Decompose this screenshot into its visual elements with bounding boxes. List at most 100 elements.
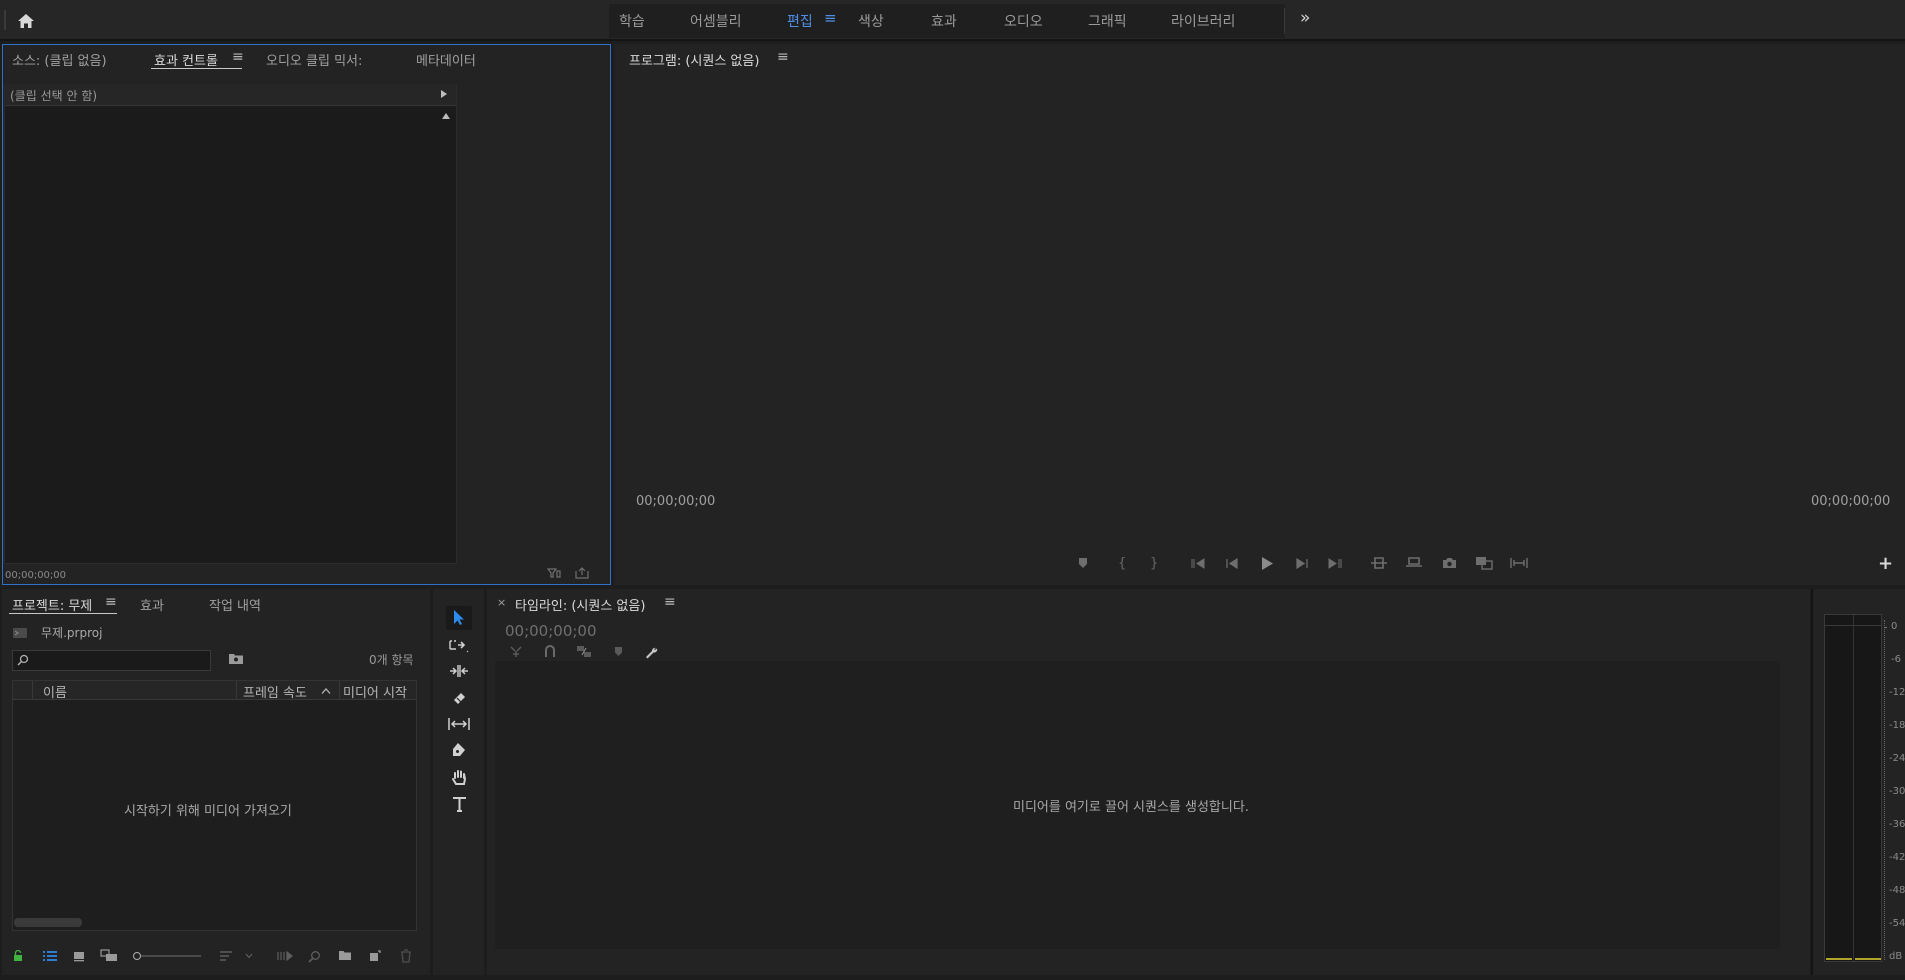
- column-name[interactable]: 이름: [43, 682, 67, 701]
- sort-ascending-icon[interactable]: [321, 688, 331, 694]
- workspace-tab-audio[interactable]: 오디오: [1004, 11, 1043, 31]
- timeline-settings-wrench-icon[interactable]: [644, 645, 659, 659]
- column-media-start[interactable]: 미디어 시작: [343, 682, 416, 701]
- workspace-tab-editing[interactable]: 편집: [787, 11, 813, 31]
- timeline-title[interactable]: 타임라인: (시퀀스 없음): [515, 595, 645, 614]
- add-button[interactable]: +: [1878, 553, 1893, 574]
- step-back-icon[interactable]: [1225, 558, 1239, 569]
- slip-tool-icon[interactable]: [448, 717, 470, 731]
- selection-tool-icon[interactable]: [452, 609, 466, 626]
- add-marker-icon[interactable]: [1078, 557, 1088, 569]
- track-select-tool-icon[interactable]: [449, 637, 469, 653]
- program-timecode-current[interactable]: 00;00;00;00: [636, 494, 715, 509]
- type-tool-icon[interactable]: [451, 796, 468, 813]
- timeline-timecode[interactable]: 00;00;00;00: [505, 622, 597, 640]
- add-marker-icon[interactable]: [614, 646, 623, 657]
- more-workspaces-button[interactable]: »: [1300, 8, 1310, 28]
- go-to-out-icon[interactable]: [1327, 558, 1343, 569]
- mark-in-icon[interactable]: {: [1118, 556, 1126, 571]
- ripple-edit-tool-icon[interactable]: [449, 663, 469, 679]
- tab-source[interactable]: 소스: (클립 없음): [12, 50, 107, 69]
- export-frame-icon[interactable]: [1442, 557, 1457, 569]
- step-forward-icon[interactable]: [1295, 558, 1309, 569]
- linked-selection-icon[interactable]: [576, 645, 592, 658]
- column-divider: [236, 681, 237, 700]
- column-frame-rate[interactable]: 프레임 속도: [243, 682, 307, 701]
- lock-icon[interactable]: [13, 950, 23, 962]
- active-tab-underline: [151, 68, 242, 69]
- home-icon: [18, 14, 34, 28]
- go-to-in-icon[interactable]: [1190, 558, 1206, 569]
- extract-icon[interactable]: [1405, 556, 1423, 570]
- play-icon[interactable]: [1260, 556, 1274, 571]
- program-monitor-title[interactable]: 프로그램: (시퀀스 없음): [629, 50, 759, 69]
- automate-to-sequence-icon[interactable]: [277, 950, 293, 962]
- db-label-18: -18: [1889, 720, 1905, 731]
- find-icon[interactable]: [308, 950, 321, 963]
- close-timeline-button[interactable]: ×: [497, 596, 506, 609]
- workspace-tab-learn[interactable]: 학습: [619, 11, 645, 31]
- hand-tool-icon[interactable]: [451, 769, 468, 786]
- new-search-bin-icon[interactable]: [228, 652, 244, 665]
- effect-controls-timecode[interactable]: 00;00;00;00: [5, 570, 66, 581]
- effect-controls-menu-icon[interactable]: ≡: [232, 49, 244, 65]
- snap-icon[interactable]: [544, 645, 556, 658]
- program-menu-icon[interactable]: ≡: [777, 49, 789, 65]
- mark-out-icon[interactable]: }: [1150, 556, 1158, 571]
- no-clip-label: (클립 선택 안 함): [10, 89, 98, 103]
- expand-right-icon[interactable]: [441, 90, 447, 98]
- chevron-down-icon[interactable]: [245, 953, 253, 959]
- tab-audio-clip-mixer[interactable]: 오디오 클립 믹서:: [266, 50, 362, 69]
- zoom-slider-handle[interactable]: [133, 952, 141, 960]
- db-label-30: -30: [1889, 786, 1905, 797]
- new-bin-icon[interactable]: [338, 950, 352, 961]
- nest-icon[interactable]: [509, 645, 523, 658]
- workspace-tab-assembly[interactable]: 어셈블리: [690, 11, 742, 31]
- column-divider: [339, 681, 340, 700]
- project-menu-icon[interactable]: ≡: [105, 594, 117, 610]
- workspace-tab-effects[interactable]: 효과: [931, 11, 957, 31]
- db-unit-label: dB: [1889, 951, 1903, 962]
- comparison-view-icon[interactable]: [1475, 556, 1493, 570]
- workspace-tab-libraries[interactable]: 라이브러리: [1171, 11, 1235, 31]
- db-tick: [1884, 627, 1887, 628]
- item-count: 0개 항목: [369, 653, 414, 667]
- lift-icon[interactable]: [1370, 556, 1388, 570]
- list-view-icon[interactable]: [42, 950, 58, 962]
- workspace-tab-color[interactable]: 색상: [858, 11, 884, 31]
- db-label-48: -48: [1889, 885, 1905, 896]
- tab-project[interactable]: 프로젝트: 무제: [12, 595, 92, 614]
- home-button[interactable]: [12, 10, 40, 32]
- filter-icon[interactable]: [547, 567, 561, 579]
- timeline-drop-hint: 미디어를 여기로 끌어 시퀀스를 생성합니다.: [1013, 800, 1249, 815]
- tab-effect-controls[interactable]: 효과 컨트롤: [154, 50, 218, 69]
- tab-effects[interactable]: 효과: [140, 595, 164, 614]
- delete-icon[interactable]: [400, 949, 412, 963]
- workspace-tab-graphics[interactable]: 그래픽: [1088, 11, 1127, 31]
- tab-history[interactable]: 작업 내역: [209, 595, 261, 614]
- project-search-input[interactable]: [12, 650, 211, 671]
- export-icon[interactable]: [575, 567, 589, 579]
- timeline-menu-icon[interactable]: ≡: [664, 594, 676, 610]
- search-icon: [17, 654, 29, 666]
- sort-icons-icon[interactable]: [219, 950, 233, 962]
- pen-tool-icon[interactable]: [450, 742, 468, 759]
- meter-level-right: [1855, 958, 1881, 960]
- icon-view-icon[interactable]: [73, 950, 85, 962]
- new-item-icon[interactable]: [369, 950, 381, 962]
- horizontal-scrollbar[interactable]: [14, 918, 82, 927]
- tab-metadata[interactable]: 메타데이터: [416, 50, 476, 69]
- db-label-6: -6: [1891, 654, 1901, 665]
- safe-margins-icon[interactable]: [1510, 557, 1528, 569]
- razor-tool-icon[interactable]: [451, 690, 469, 706]
- scroll-up-icon[interactable]: [442, 113, 450, 119]
- project-file-name: 무제.prproj: [41, 626, 103, 640]
- meter-level-left: [1826, 958, 1852, 960]
- workspace-bar: 학습 어셈블리 편집 ≡ 색상 효과 오디오 그래픽 라이브러리 »: [0, 0, 1905, 41]
- column-divider: [32, 681, 33, 700]
- freeform-view-icon[interactable]: [100, 949, 118, 962]
- workspace-menu-icon[interactable]: ≡: [824, 9, 837, 27]
- zoom-slider-track[interactable]: [141, 955, 201, 957]
- import-media-hint[interactable]: 시작하기 위해 미디어 가져오기: [124, 800, 292, 819]
- db-label-54: -54: [1889, 918, 1905, 929]
